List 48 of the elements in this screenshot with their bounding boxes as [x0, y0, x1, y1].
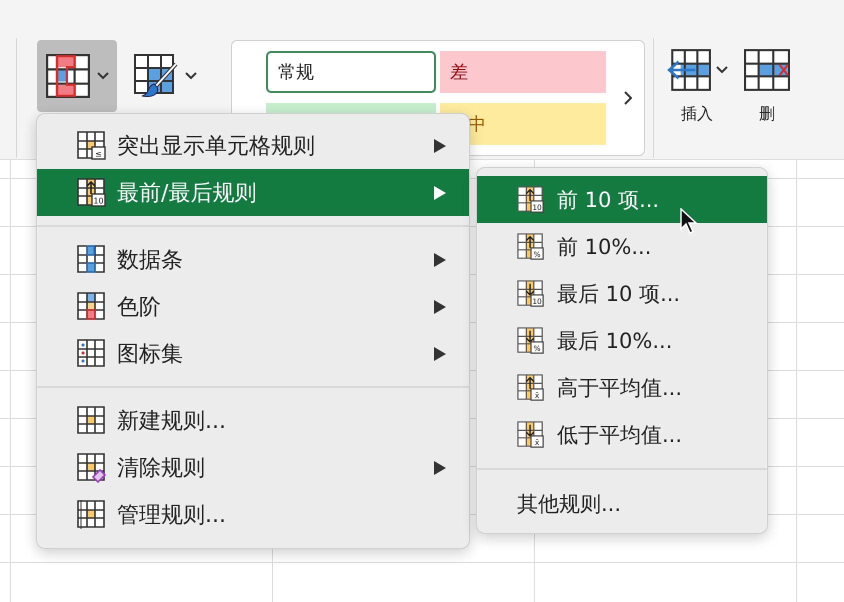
down-arrow-grid-icon: %: [517, 326, 545, 354]
cell-style[interactable]: 常规: [266, 51, 436, 93]
menu-item[interactable]: 10 最后 10 项...: [477, 270, 767, 317]
chevron-icon: [97, 72, 109, 80]
down-arrow-grid-icon: x̄: [517, 420, 545, 448]
menu-item[interactable]: x̄ 高于平均值...: [477, 364, 767, 411]
menu-item[interactable]: 10 前 10 项...: [477, 176, 767, 223]
insert-cells-icon: [666, 48, 712, 92]
eraser-icon: [77, 452, 107, 482]
menu-item[interactable]: 色阶: [37, 283, 469, 330]
submenu-arrow-icon: [433, 346, 447, 362]
menu-item[interactable]: 图标集: [37, 330, 469, 377]
menu-item[interactable]: 10 最前/最后规则: [37, 169, 469, 216]
data-bar-icon: [77, 244, 107, 274]
chevron-right-icon[interactable]: [624, 91, 632, 105]
delete-button[interactable]: 删: [740, 40, 790, 133]
icon-set-icon: [77, 338, 107, 368]
chevron-icon: [716, 66, 728, 74]
color-scale-icon: [77, 292, 107, 322]
submenu-arrow-icon: [433, 184, 447, 200]
submenu-arrow-icon: [433, 298, 447, 314]
menu-item[interactable]: x̄ 低于平均值...: [477, 411, 767, 458]
grid-badge-icon: ≤: [77, 130, 107, 160]
menu-item[interactable]: % 最后 10%...: [477, 317, 767, 364]
submenu-arrow-icon: [433, 460, 447, 476]
chevron-icon: [185, 72, 197, 80]
cell-style[interactable]: 差: [440, 51, 606, 93]
menu-item[interactable]: 清除规则: [37, 444, 469, 491]
up-arrow-grid-icon: 10: [517, 186, 545, 214]
menu-item[interactable]: 其他规则...: [477, 480, 767, 527]
up-arrow-grid-icon: x̄: [517, 374, 545, 402]
grid-arrow-icon: 10: [77, 178, 107, 208]
menu-item[interactable]: 新建规则...: [37, 397, 469, 444]
submenu-arrow-icon: [433, 252, 447, 268]
grid-brush-icon: [133, 54, 179, 98]
grid-frames-icon: [77, 500, 107, 530]
menu-item[interactable]: 管理规则...: [37, 491, 469, 538]
grid-icon: [77, 406, 107, 436]
insert-button[interactable]: 插入: [662, 40, 732, 133]
conditional-formatting-button[interactable]: [37, 40, 117, 112]
submenu-arrow-icon: [433, 138, 447, 154]
delete-cells-icon: [744, 48, 790, 92]
down-arrow-grid-icon: 10: [517, 280, 545, 308]
menu-item[interactable]: 数据条: [37, 236, 469, 283]
up-arrow-grid-icon: %: [517, 232, 545, 260]
mouse-pointer-icon: [680, 208, 698, 234]
grid-icon: [45, 54, 91, 98]
menu-item[interactable]: % 前 10%...: [477, 223, 767, 270]
